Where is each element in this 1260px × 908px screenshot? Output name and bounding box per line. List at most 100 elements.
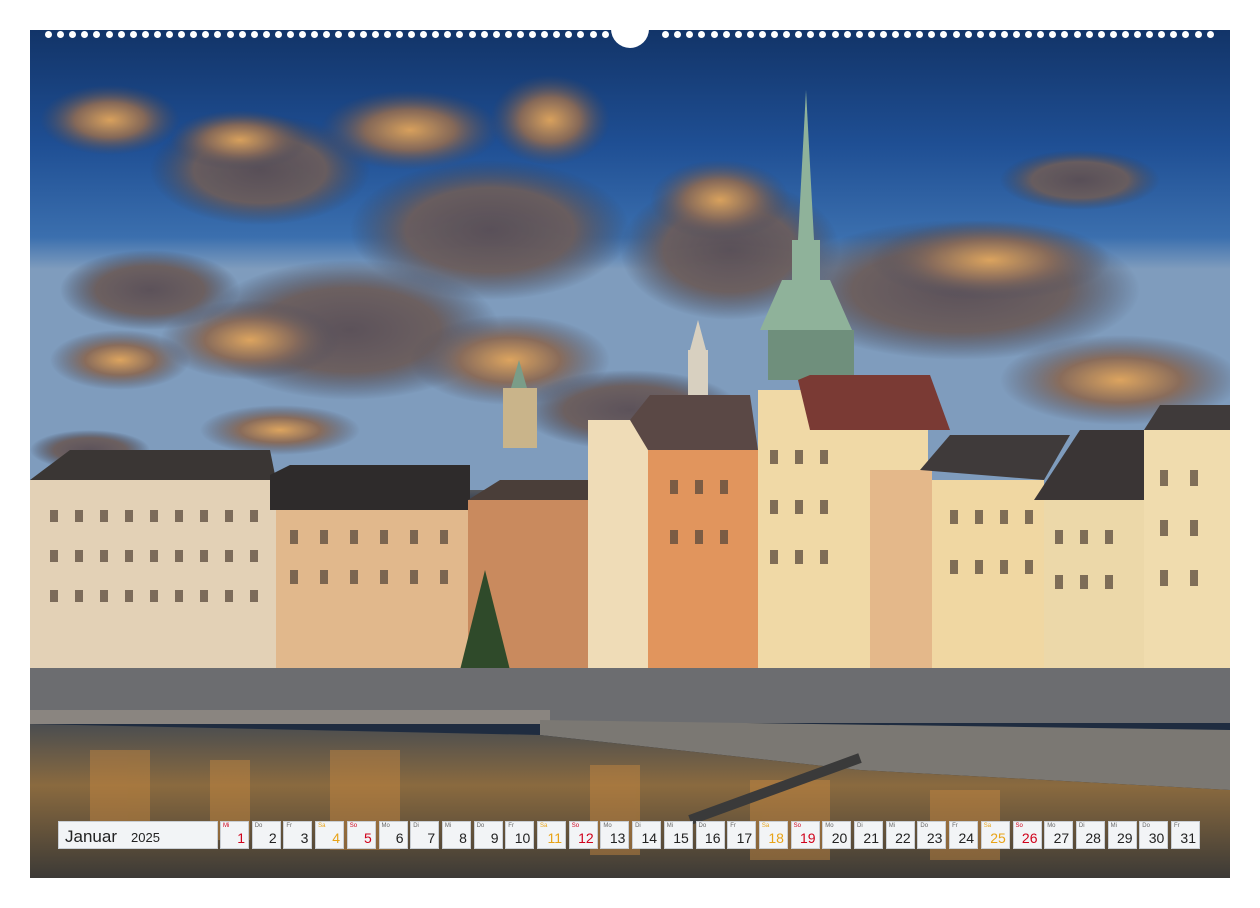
day-of-week: Di: [635, 823, 641, 829]
binding-ring: [589, 31, 597, 38]
day-number: 11: [547, 830, 562, 846]
calendar-day: Mi 8: [441, 821, 471, 849]
day-of-week: Fr: [952, 823, 958, 829]
day-number: 1: [237, 830, 245, 846]
day-of-week: Sa: [983, 823, 992, 829]
binding-ring: [1000, 31, 1008, 38]
day-of-week: So: [1015, 823, 1023, 829]
calendar-day: Sa 25: [980, 821, 1010, 849]
calendar-day: Di 28: [1075, 821, 1105, 849]
day-number: 3: [300, 830, 309, 846]
calendar-day: So 19: [790, 821, 820, 849]
binding-ring: [117, 31, 125, 38]
day-number: 18: [768, 830, 784, 846]
day-number: 28: [1085, 830, 1101, 846]
binding-ring: [480, 31, 488, 38]
calendar-day: So 12: [568, 821, 598, 849]
day-of-week: Do: [1142, 823, 1150, 829]
calendar-day: Do 16: [695, 821, 725, 849]
calendar-day: Mo 13: [600, 821, 630, 849]
binding-ring: [1206, 31, 1214, 38]
calendar-day: So 5: [346, 821, 376, 849]
binding-ring: [166, 31, 173, 38]
binding-ring: [274, 31, 282, 38]
binding-ring: [226, 31, 234, 38]
binding-ring: [1013, 31, 1020, 38]
calendar-day: Fr 31: [1171, 821, 1200, 849]
binding-ring: [105, 31, 113, 38]
day-of-week: Sa: [761, 823, 770, 829]
day-of-week: Mo: [381, 823, 390, 829]
binding-ring: [395, 31, 403, 38]
day-number: 25: [990, 830, 1006, 846]
day-number: 8: [459, 830, 467, 846]
calendar-day: So 26: [1012, 821, 1042, 849]
binding-ring: [383, 31, 391, 38]
calendar-day: Fr 24: [949, 821, 979, 849]
day-of-week: Mo: [603, 823, 612, 829]
binding-ring: [771, 31, 778, 38]
day-number: 14: [641, 830, 658, 846]
stockholm-gamla-stan-photo: [30, 30, 1230, 878]
binding-ring: [408, 31, 415, 38]
day-of-week: Mi: [1110, 823, 1117, 829]
day-of-week: Do: [476, 823, 485, 829]
calendar-day: Di 14: [632, 821, 662, 849]
binding-ring: [892, 31, 899, 38]
day-of-week: So: [349, 823, 358, 829]
binding-ring: [250, 31, 258, 38]
day-of-week: Mo: [825, 823, 834, 829]
day-number: 21: [863, 830, 879, 846]
calendar-day: Di 7: [410, 821, 440, 849]
calendar-day: Do 23: [917, 821, 947, 849]
binding-ring: [722, 31, 730, 38]
day-number: 5: [364, 830, 372, 846]
binding-ring: [347, 31, 355, 38]
day-number: 27: [1053, 830, 1070, 846]
binding-ring: [867, 31, 875, 38]
binding-ring: [238, 31, 246, 38]
calendar-day: Mo 27: [1044, 821, 1074, 849]
binding-ring: [976, 31, 984, 38]
day-of-week: Fr: [286, 823, 293, 829]
binding-ring: [758, 31, 766, 38]
calendar-day: Do 30: [1139, 821, 1169, 849]
day-number: 7: [427, 830, 436, 846]
day-of-week: Fr: [508, 823, 514, 829]
binding-ring: [746, 31, 754, 38]
binding-ring: [262, 31, 270, 38]
day-number: 19: [800, 830, 816, 846]
calendar-day: Mi 15: [663, 821, 693, 849]
binding-ring: [141, 31, 149, 38]
binding-ring: [1085, 31, 1093, 38]
day-of-week: Sa: [318, 823, 326, 829]
day-of-week: Mo: [1047, 823, 1056, 829]
day-of-week: Mi: [223, 823, 230, 829]
binding-ring: [287, 31, 294, 38]
binding-ring: [1134, 31, 1141, 38]
calendar-day: Sa 4: [315, 821, 345, 849]
calendar-day: Mi 29: [1107, 821, 1137, 849]
day-of-week: Do: [920, 823, 929, 829]
day-number: 16: [704, 830, 721, 846]
binding-ring: [504, 31, 512, 38]
day-of-week: Fr: [730, 823, 736, 829]
day-of-week: Di: [857, 823, 863, 829]
day-number: 24: [958, 830, 975, 846]
day-number: 6: [395, 830, 404, 846]
calendar-day: Fr 10: [505, 821, 535, 849]
binding-ring: [831, 31, 839, 38]
binding-ring: [371, 31, 379, 38]
day-number: 30: [1148, 830, 1165, 846]
day-number: 4: [332, 830, 341, 846]
binding-ring: [529, 31, 536, 38]
day-of-week: Sa: [540, 823, 548, 829]
day-of-week: Di: [1078, 823, 1085, 829]
day-number: 31: [1180, 830, 1196, 846]
photo-illustration: [30, 30, 1230, 878]
day-of-week: Do: [254, 823, 263, 829]
calendar-day: Do 2: [251, 821, 281, 849]
binding-ring: [601, 31, 609, 38]
month-name: Januar: [65, 827, 117, 846]
binding-ring: [710, 31, 718, 38]
